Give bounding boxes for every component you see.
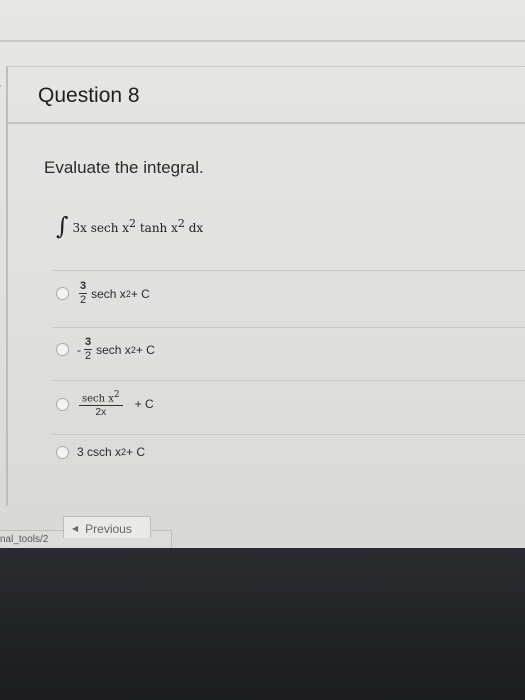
fraction-denominator: 2	[85, 350, 92, 362]
integral-term-2: tanh x	[136, 221, 178, 235]
status-url: nal_tools/2	[0, 534, 49, 545]
fraction-numerator: 3	[84, 336, 93, 350]
radio-button[interactable]	[56, 445, 69, 459]
numerator-text: sech x	[82, 393, 114, 405]
integral-body: 3x sech x2 tanh x2 dx	[72, 217, 204, 235]
option-suffix: + C	[134, 397, 154, 412]
option-divider	[52, 270, 525, 271]
answer-option-3[interactable]: sech x2 2x + C	[56, 390, 154, 418]
previous-label: Previous	[85, 522, 132, 536]
answer-option-4[interactable]: 3 csch x2 + C	[56, 445, 145, 459]
option-divider	[52, 327, 525, 328]
radio-button[interactable]	[56, 343, 69, 356]
integral-exp-2: 2	[177, 217, 185, 230]
option-suffix: + C	[135, 342, 155, 357]
fraction: 3 2	[84, 336, 93, 362]
option-sign: -	[77, 342, 81, 357]
fraction-numerator: sech x2	[79, 390, 123, 407]
fraction: 3 2	[79, 280, 88, 306]
answer-option-2[interactable]: - 3 2 sech x 2 + C	[56, 337, 155, 362]
integral-term-1: 3x sech x	[72, 221, 130, 235]
numerator-exponent: 2	[113, 390, 120, 400]
fraction-denominator: 2	[80, 294, 87, 306]
integral-expression: ∫ 3x sech x2 tanh x2 dx	[56, 212, 203, 240]
fraction-numerator: 3	[79, 280, 88, 294]
radio-button[interactable]	[56, 397, 69, 411]
question-prompt: Evaluate the integral.	[44, 158, 204, 177]
option-text: sech x	[91, 286, 126, 301]
triangle-left-icon: ◀	[72, 524, 79, 533]
option-suffix: + C	[130, 286, 150, 301]
question-header-divider	[8, 122, 525, 124]
option-text: sech x	[96, 342, 131, 357]
answer-option-1[interactable]: 3 2 sech x 2 + C	[56, 281, 150, 306]
fraction: sech x2 2x	[79, 390, 123, 418]
previous-button[interactable]: ◀ Previous	[63, 516, 151, 538]
option-divider	[52, 434, 525, 435]
integral-sign: ∫	[56, 212, 69, 240]
top-divider	[0, 40, 525, 42]
question-title: Question 8	[38, 84, 140, 107]
browser-viewport: › Question 8 Evaluate the integral. ∫3x …	[0, 0, 525, 548]
option-divider	[52, 380, 525, 381]
integral-exp-1: 2	[129, 217, 137, 230]
monitor-bezel	[0, 548, 525, 700]
option-text: 3 csch x	[77, 445, 122, 459]
radio-button[interactable]	[56, 287, 69, 300]
integral-differential: dx	[184, 221, 204, 235]
fraction-denominator: 2x	[95, 407, 107, 419]
option-suffix: + C	[126, 445, 146, 459]
